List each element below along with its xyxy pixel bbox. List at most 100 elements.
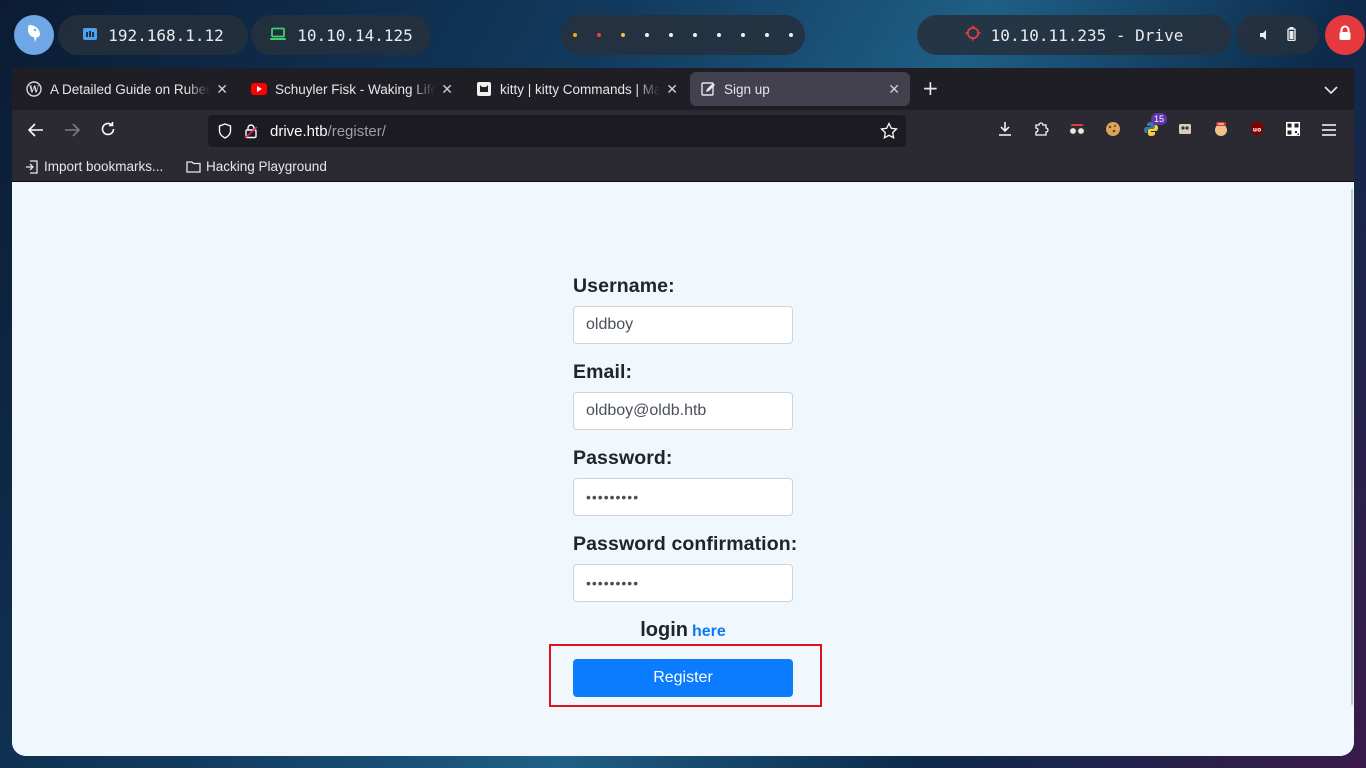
- workspace-dot[interactable]: [741, 33, 745, 37]
- forward-button[interactable]: [62, 121, 82, 141]
- workspace-dot[interactable]: [621, 33, 625, 37]
- ext-spy-button[interactable]: [1068, 122, 1086, 140]
- workspace-dot[interactable]: [573, 33, 577, 37]
- ext-cards-button[interactable]: [1176, 122, 1194, 140]
- workspace-dot[interactable]: [765, 33, 769, 37]
- youtube-icon: [251, 81, 267, 97]
- workspace-dot[interactable]: [669, 33, 673, 37]
- username-input[interactable]: [573, 306, 793, 344]
- folder-icon: [186, 160, 201, 173]
- spy-glasses-icon: [1068, 122, 1086, 141]
- lock-screen-button[interactable]: [1325, 15, 1365, 55]
- laptop-icon: [269, 26, 287, 45]
- login-here-link[interactable]: here: [692, 623, 726, 640]
- login-line: login here: [573, 619, 793, 642]
- bookmark-label: Hacking Playground: [206, 159, 327, 174]
- list-all-tabs-button[interactable]: [1324, 80, 1338, 99]
- shield-icon[interactable]: [218, 123, 232, 139]
- bookmark-label: Import bookmarks...: [44, 159, 164, 174]
- privacy-face-icon: [1213, 121, 1229, 141]
- password-input[interactable]: [573, 478, 793, 516]
- insecure-lock-icon[interactable]: [244, 123, 258, 139]
- reload-button[interactable]: [98, 121, 118, 141]
- workspace-dot[interactable]: [789, 33, 793, 37]
- qr-code-button[interactable]: [1284, 122, 1302, 140]
- tab-youtube[interactable]: Schuyler Fisk - Waking Life ✕: [241, 72, 463, 106]
- tab-title: Schuyler Fisk - Waking Life: [275, 81, 436, 97]
- back-button[interactable]: [26, 121, 46, 141]
- cookie-icon: [1105, 121, 1121, 141]
- url-path: /register/: [327, 122, 386, 140]
- tab-title: A Detailed Guide on Rubeus: [50, 81, 211, 97]
- url-bar[interactable]: drive.htb/register/: [208, 115, 906, 147]
- signup-icon: [700, 81, 716, 97]
- email-input[interactable]: [573, 392, 793, 430]
- volume-icon[interactable]: [1259, 26, 1271, 45]
- close-icon[interactable]: ✕: [216, 81, 228, 98]
- workspace-dot[interactable]: [645, 33, 649, 37]
- battery-icon[interactable]: [1287, 26, 1296, 45]
- target-widget[interactable]: 10.10.11.235 - Drive: [917, 15, 1231, 55]
- vpn-ip-widget[interactable]: 10.10.14.125: [251, 15, 431, 55]
- navigation-toolbar: drive.htb/register/ 15 uo: [12, 110, 1354, 152]
- password-label: Password:: [573, 447, 673, 469]
- page-content: Username: Email: Password: Password conf…: [12, 183, 1354, 756]
- desktop-top-bar: 192.168.1.12 10.10.14.125 10.10.11.235 -…: [0, 0, 1366, 68]
- extension-badge: 15: [1151, 113, 1168, 125]
- workspace-dot[interactable]: [693, 33, 697, 37]
- new-tab-button[interactable]: +: [922, 78, 939, 98]
- arrow-left-icon: [27, 122, 44, 141]
- url-text[interactable]: drive.htb/register/: [270, 123, 386, 140]
- register-button[interactable]: Register: [573, 659, 793, 697]
- arrow-right-icon: [64, 122, 81, 141]
- tab-title: kitty | kitty Commands | Man: [500, 81, 661, 97]
- qr-code-icon: [1285, 121, 1301, 141]
- workspace-switcher[interactable]: [561, 15, 805, 55]
- tab-sign-up[interactable]: Sign up ✕: [690, 72, 910, 106]
- workspace-dots: [563, 33, 803, 37]
- ext-python-button[interactable]: 15: [1142, 113, 1168, 141]
- wordpress-icon: W: [26, 81, 42, 97]
- bookmark-star-icon[interactable]: [880, 122, 898, 140]
- target-icon: [965, 25, 981, 45]
- svg-text:uo: uo: [1253, 127, 1261, 134]
- ext-cookie-button[interactable]: [1104, 122, 1122, 140]
- bookmark-import[interactable]: Import bookmarks...: [25, 159, 163, 174]
- system-tray[interactable]: [1236, 15, 1319, 55]
- import-icon: [25, 159, 39, 174]
- tab-title: Sign up: [724, 81, 770, 97]
- tab-rubeus-guide[interactable]: W A Detailed Guide on Rubeus ✕: [16, 72, 238, 106]
- local-ip-text: 192.168.1.12: [108, 25, 224, 45]
- tab-strip: W A Detailed Guide on Rubeus ✕ Schuyler …: [12, 68, 1354, 110]
- url-host: drive.htb: [270, 122, 328, 140]
- ublock-button[interactable]: uo: [1248, 122, 1266, 140]
- lock-icon: [1338, 25, 1352, 45]
- tab-kitty[interactable]: kitty | kitty Commands | Man ✕: [466, 72, 688, 106]
- download-icon: [997, 121, 1013, 141]
- reload-icon: [100, 121, 116, 141]
- close-icon[interactable]: ✕: [666, 81, 678, 98]
- target-text: 10.10.11.235 - Drive: [990, 25, 1184, 45]
- plus-icon: +: [922, 76, 939, 100]
- python-icon: 15: [1143, 113, 1168, 141]
- workspace-dot[interactable]: [597, 33, 601, 37]
- kitty-icon: [476, 81, 492, 97]
- app-launcher-button[interactable]: [14, 15, 54, 55]
- downloads-button[interactable]: [996, 122, 1014, 140]
- password-confirmation-input[interactable]: [573, 564, 793, 602]
- workspace-dot[interactable]: [717, 33, 721, 37]
- puzzle-icon: [1033, 121, 1049, 141]
- parrot-icon: [23, 22, 45, 48]
- ext-privacy-button[interactable]: [1212, 122, 1230, 140]
- cards-icon: [1177, 121, 1193, 141]
- chevron-down-icon: [1324, 80, 1338, 99]
- vpn-ip-text: 10.10.14.125: [297, 25, 413, 45]
- bookmark-hacking-playground[interactable]: Hacking Playground: [186, 159, 327, 174]
- close-icon[interactable]: ✕: [888, 81, 900, 98]
- app-menu-button[interactable]: [1320, 122, 1338, 140]
- scrollbar[interactable]: [1351, 189, 1353, 705]
- close-icon[interactable]: ✕: [441, 81, 453, 98]
- username-label: Username:: [573, 275, 675, 297]
- local-ip-widget[interactable]: 192.168.1.12: [58, 15, 248, 55]
- extensions-button[interactable]: [1032, 122, 1050, 140]
